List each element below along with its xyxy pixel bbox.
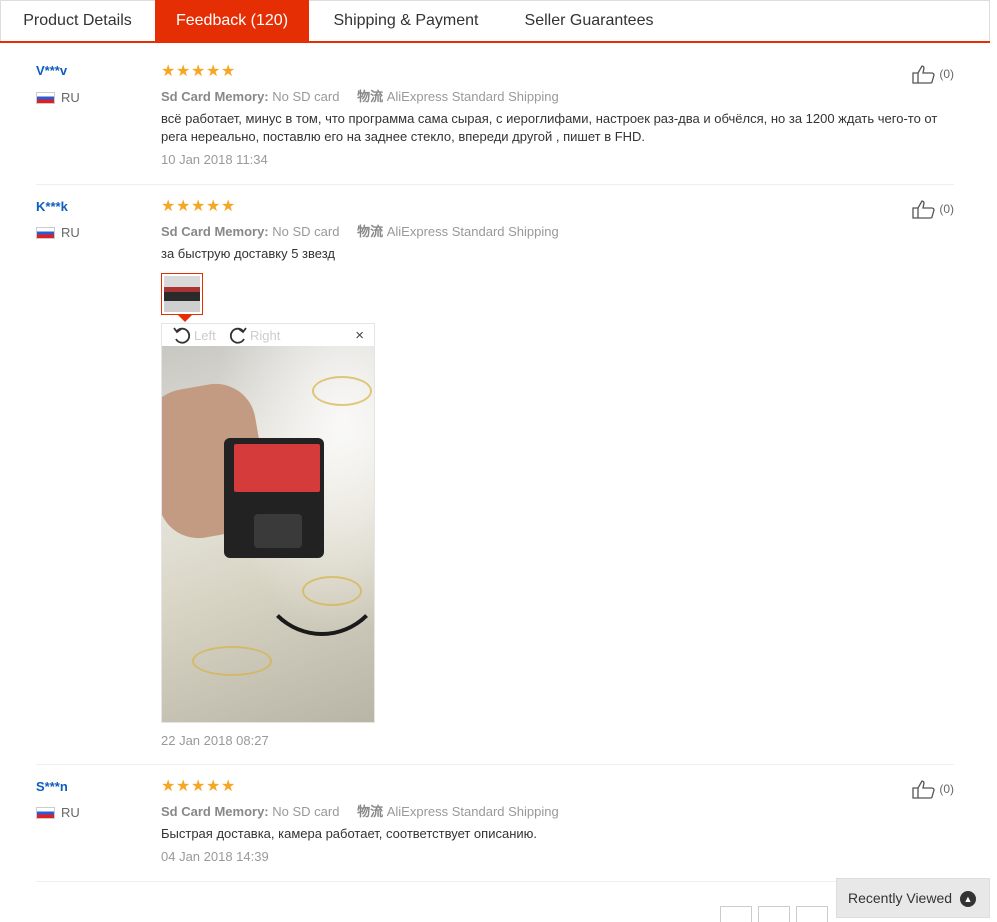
country-code: RU — [61, 805, 80, 820]
attr-value: No SD card — [272, 89, 340, 104]
order-attributes: Sd Card Memory: No SD card 物流 AliExpress… — [161, 801, 559, 820]
user-country: RU — [36, 225, 80, 240]
flag-ru-icon — [36, 91, 55, 104]
thumbs-up-icon — [912, 65, 935, 84]
user-name[interactable]: K***k — [36, 199, 68, 214]
feedback-date: 04 Jan 2018 14:39 — [161, 849, 269, 864]
review-photo — [162, 346, 374, 722]
rotate-right-icon — [229, 327, 247, 344]
tab-feedback[interactable]: Feedback (120) — [155, 0, 309, 43]
page-button[interactable] — [796, 906, 828, 922]
review-photo-thumbnail[interactable] — [161, 273, 203, 315]
country-code: RU — [61, 90, 80, 105]
recently-viewed-label: Recently Viewed — [848, 890, 953, 906]
rotate-left-button[interactable]: Left — [172, 324, 216, 346]
user-name[interactable]: V***v — [36, 63, 67, 78]
shipping-value: AliExpress Standard Shipping — [386, 89, 559, 104]
star-icon: ★ — [221, 63, 236, 80]
star-icon: ★ — [206, 63, 221, 80]
helpful-button[interactable]: (0) — [912, 779, 954, 799]
star-rating: ★ ★ ★ ★ ★ — [161, 199, 236, 215]
attr-key: Sd Card Memory: — [161, 804, 269, 819]
feedback-text: за быструю доставку 5 звезд — [161, 246, 335, 261]
star-icon: ★ — [176, 63, 191, 80]
attr-value: No SD card — [272, 224, 340, 239]
star-icon: ★ — [176, 198, 191, 215]
feedback-item: K***k RU ★ ★ ★ ★ ★ Sd Card Memory: No SD… — [36, 185, 954, 765]
feedback-date: 22 Jan 2018 08:27 — [161, 733, 269, 748]
close-icon[interactable]: × — [355, 327, 364, 344]
page-prev-button[interactable] — [720, 906, 752, 922]
rotate-left-label: Left — [194, 327, 216, 343]
feedback-item: V***v RU ★ ★ ★ ★ ★ Sd Card Memory: No SD… — [36, 44, 954, 185]
photo-viewer: Left Right × — [161, 323, 375, 723]
thumbs-up-icon — [912, 200, 935, 219]
rotate-right-label: Right — [250, 327, 281, 343]
pagination — [720, 906, 834, 922]
attr-value: No SD card — [272, 804, 340, 819]
rotate-left-icon — [173, 327, 191, 344]
tab-bar: Product Details Feedback (120) Shipping … — [0, 0, 990, 43]
thumbs-up-icon — [912, 780, 935, 799]
flag-ru-icon — [36, 806, 55, 819]
star-icon: ★ — [206, 778, 221, 795]
shipping-value: AliExpress Standard Shipping — [386, 804, 559, 819]
user-country: RU — [36, 90, 80, 105]
helpful-count: (0) — [939, 782, 954, 796]
user-name[interactable]: S***n — [36, 779, 68, 794]
page-button[interactable] — [758, 906, 790, 922]
helpful-count: (0) — [939, 67, 954, 81]
attr-key: Sd Card Memory: — [161, 224, 269, 239]
user-country: RU — [36, 805, 80, 820]
star-icon: ★ — [161, 778, 176, 795]
helpful-button[interactable]: (0) — [912, 199, 954, 219]
rotate-right-button[interactable]: Right — [228, 324, 280, 346]
star-icon: ★ — [221, 198, 236, 215]
feedback-text: всё работает, минус в том, что программа… — [161, 111, 938, 144]
flag-ru-icon — [36, 226, 55, 239]
star-icon: ★ — [161, 198, 176, 215]
chevron-up-icon: ▲ — [960, 891, 976, 907]
helpful-button[interactable]: (0) — [912, 64, 954, 84]
order-attributes: Sd Card Memory: No SD card 物流 AliExpress… — [161, 86, 559, 105]
shipping-value: AliExpress Standard Shipping — [386, 224, 559, 239]
thumbnail-pointer — [178, 315, 192, 322]
helpful-count: (0) — [939, 202, 954, 216]
star-icon: ★ — [191, 198, 206, 215]
tab-product-details[interactable]: Product Details — [0, 0, 155, 41]
star-rating: ★ ★ ★ ★ ★ — [161, 64, 236, 80]
star-icon: ★ — [176, 778, 191, 795]
shipping-key: 物流 — [357, 224, 384, 239]
tab-shipping-payment[interactable]: Shipping & Payment — [309, 0, 503, 41]
tab-seller-guarantees[interactable]: Seller Guarantees — [503, 0, 675, 41]
shipping-key: 物流 — [357, 804, 384, 819]
feedback-date: 10 Jan 2018 11:34 — [161, 152, 268, 167]
star-icon: ★ — [161, 63, 176, 80]
star-rating: ★ ★ ★ ★ ★ — [161, 779, 236, 795]
feedback-item: S***n RU ★ ★ ★ ★ ★ Sd Card Memory: No SD… — [36, 765, 954, 882]
order-attributes: Sd Card Memory: No SD card 物流 AliExpress… — [161, 221, 559, 240]
star-icon: ★ — [191, 63, 206, 80]
star-icon: ★ — [206, 198, 221, 215]
feedback-text: Быстрая доставка, камера работает, соотв… — [161, 826, 537, 841]
shipping-key: 物流 — [357, 89, 384, 104]
attr-key: Sd Card Memory: — [161, 89, 269, 104]
star-icon: ★ — [221, 778, 236, 795]
viewer-toolbar: Left Right × — [162, 324, 374, 346]
recently-viewed-button[interactable]: Recently Viewed ▲ — [836, 878, 990, 918]
star-icon: ★ — [191, 778, 206, 795]
country-code: RU — [61, 225, 80, 240]
